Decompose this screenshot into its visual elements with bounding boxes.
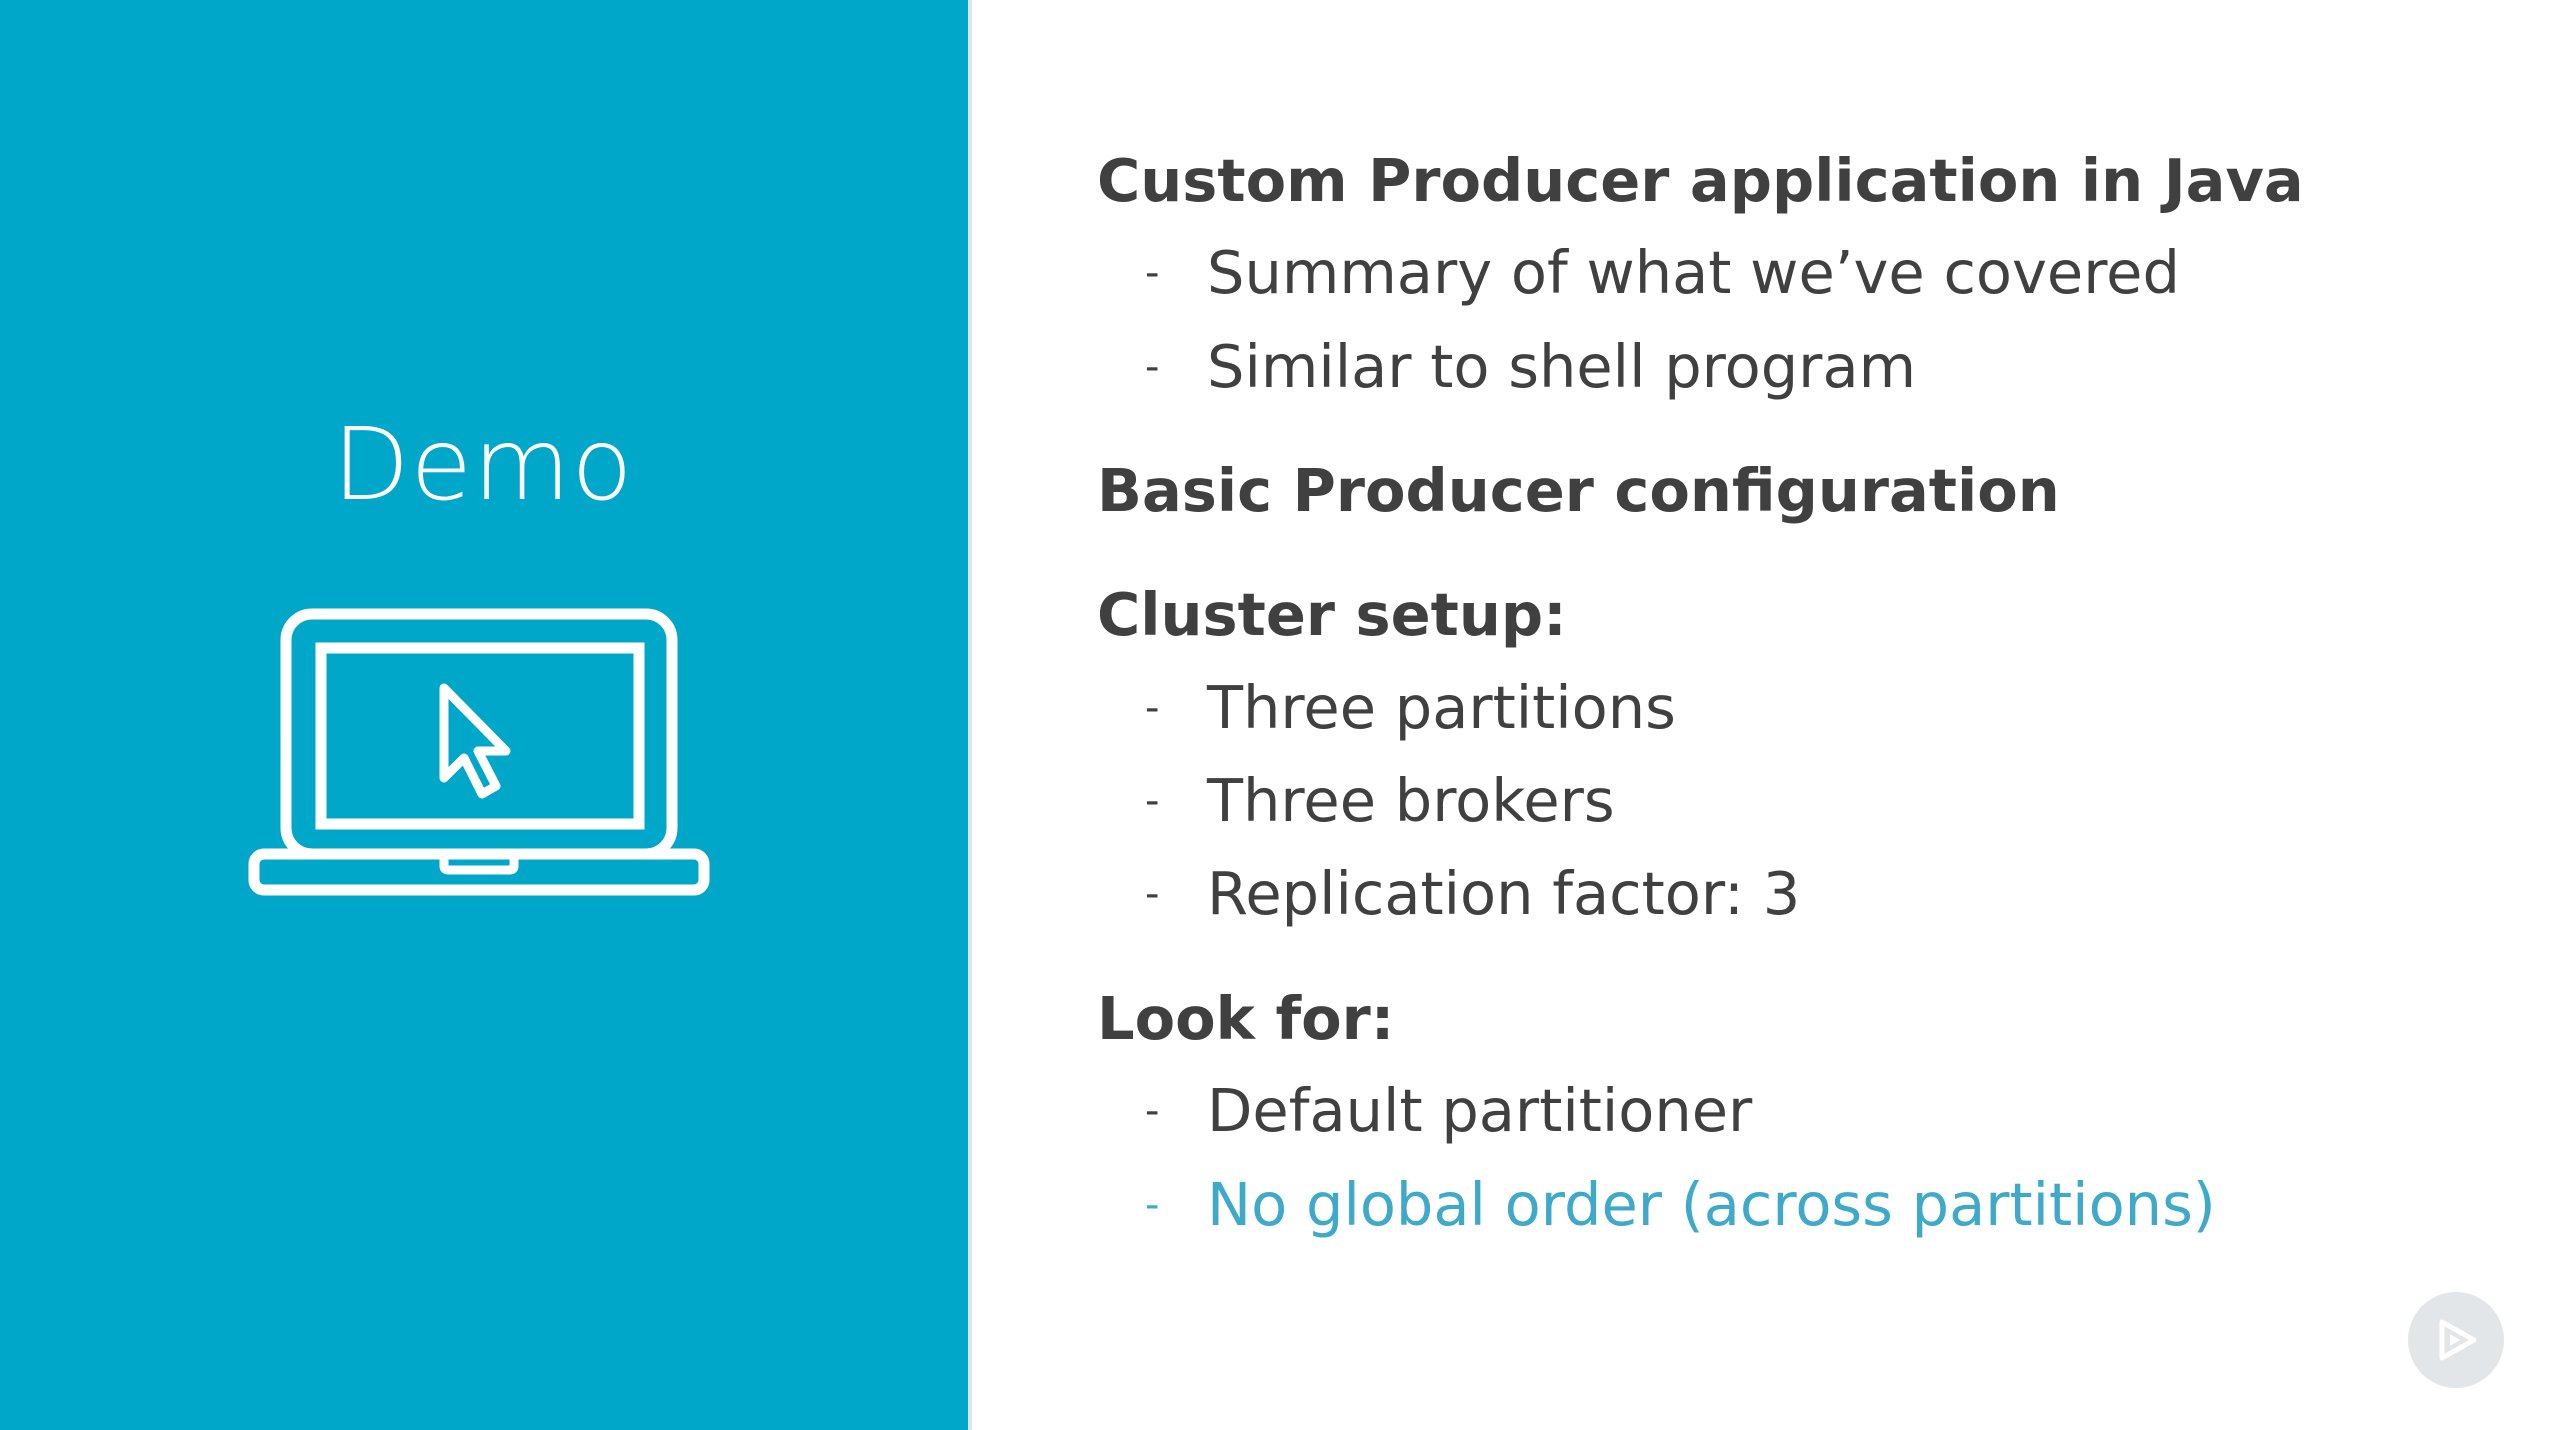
heading-basic-config: Basic Producer configuration [1097, 456, 2060, 525]
demo-panel: Demo [0, 0, 970, 1430]
bullet-dash: - [1145, 870, 1160, 917]
bullet-three-brokers: - Three brokers [1145, 766, 1615, 840]
heading-cluster-setup: Cluster setup: [1097, 580, 1567, 649]
bullet-text: Three brokers [1207, 766, 1615, 835]
bullet-text: Three partitions [1207, 673, 1676, 742]
bullet-text: Summary of what we’ve covered [1207, 238, 2180, 307]
play-icon [2439, 1319, 2477, 1361]
bullet-dash: - [1145, 1181, 1160, 1228]
panel-divider [968, 0, 972, 1430]
play-button[interactable] [2408, 1292, 2504, 1388]
bullet-similar-shell: - Similar to shell program [1145, 332, 1916, 406]
heading-look-for: Look for: [1097, 984, 1395, 1053]
heading-custom-producer: Custom Producer application in Java [1097, 146, 2304, 215]
bullet-no-global-order: - No global order (across partitions) [1145, 1170, 2216, 1244]
bullet-text: Default partitioner [1207, 1076, 1753, 1145]
bullet-summary: - Summary of what we’ve covered [1145, 238, 2180, 312]
bullet-dash: - [1145, 1087, 1160, 1134]
bullet-dash: - [1145, 684, 1160, 731]
bullet-default-partitioner: - Default partitioner [1145, 1076, 1752, 1150]
bullet-text: No global order (across partitions) [1207, 1170, 2216, 1239]
laptop-cursor-icon [248, 608, 710, 896]
slide: Demo Custom Producer application in Java… [0, 0, 2554, 1430]
bullet-replication-factor: - Replication factor: 3 [1145, 859, 1800, 933]
bullet-dash: - [1145, 249, 1160, 296]
bullet-text: Replication factor: 3 [1207, 859, 1801, 928]
bullet-dash: - [1145, 777, 1160, 824]
bullet-dash: - [1145, 343, 1160, 390]
bullet-text: Similar to shell program [1207, 332, 1917, 401]
demo-title: Demo [332, 406, 634, 523]
bullet-three-partitions: - Three partitions [1145, 673, 1676, 747]
